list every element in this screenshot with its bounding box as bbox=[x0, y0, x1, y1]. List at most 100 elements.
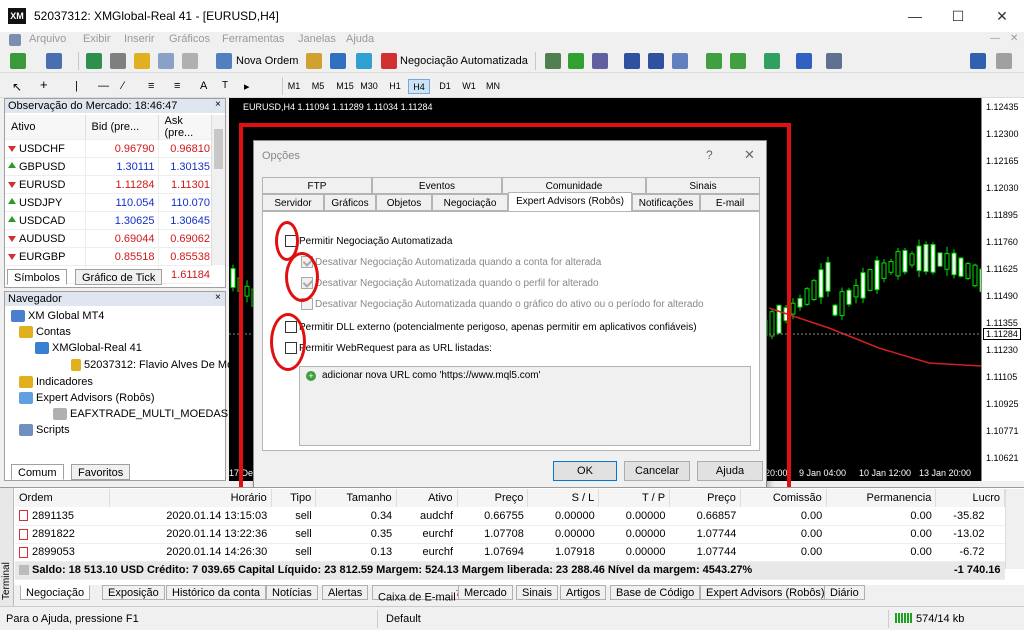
terminal-tab-0[interactable]: Negociação bbox=[20, 585, 91, 600]
tf-w1[interactable]: W1 bbox=[458, 79, 480, 94]
col-header-ask[interactable]: Ask (pre... bbox=[157, 115, 213, 140]
new-order-button[interactable]: Nova Ordem bbox=[236, 55, 298, 67]
new-order-icon[interactable] bbox=[216, 53, 232, 69]
terminal-tab-5[interactable]: Caixa de E-mail7 bbox=[372, 585, 467, 604]
zoom-in-icon[interactable] bbox=[624, 53, 640, 69]
col-header[interactable]: Permanencia bbox=[826, 489, 937, 507]
label-tool-icon[interactable]: T bbox=[222, 80, 228, 91]
mdi-close-icon[interactable]: ✕ bbox=[1010, 33, 1018, 44]
candlesticks-icon[interactable] bbox=[568, 53, 584, 69]
terminal-tab-3[interactable]: Notícias bbox=[266, 585, 318, 600]
nav-contas[interactable]: Contas bbox=[19, 326, 71, 339]
tf-m5[interactable]: M5 bbox=[307, 79, 329, 94]
vertical-line-icon[interactable]: | bbox=[75, 80, 78, 92]
terminal-tab-10[interactable]: Expert Advisors (Robôs) bbox=[700, 585, 831, 600]
col-header[interactable]: Comissão bbox=[740, 489, 827, 507]
signals-icon[interactable] bbox=[356, 53, 372, 69]
terminal-tab-4[interactable]: Alertas bbox=[322, 585, 369, 600]
market-row[interactable]: EURGBP 0.85518 0.85538 bbox=[5, 247, 213, 266]
tf-m15[interactable]: M15 bbox=[334, 79, 356, 94]
close-panel-icon[interactable]: × bbox=[215, 99, 221, 110]
terminal-tab-11[interactable]: Diário bbox=[824, 585, 865, 600]
trendline-icon[interactable]: ∕ bbox=[122, 80, 124, 92]
col-header[interactable]: T / P bbox=[598, 489, 671, 507]
tab-grafico-de-tick[interactable]: Gráfico de Tick bbox=[75, 269, 163, 285]
scrollbar[interactable] bbox=[211, 115, 225, 265]
auto-trading-button[interactable]: Negociação Automatizada bbox=[400, 55, 528, 67]
nav-server[interactable]: XMGlobal-Real 41 bbox=[35, 342, 142, 355]
tab-simbolos[interactable]: Símbolos bbox=[7, 269, 67, 285]
menu-janelas[interactable]: Janelas bbox=[298, 33, 336, 45]
periods-icon[interactable] bbox=[796, 53, 812, 69]
market-watch-icon[interactable] bbox=[86, 53, 102, 69]
terminal-tab-6[interactable]: Mercado bbox=[458, 585, 513, 600]
bar-chart-icon[interactable] bbox=[545, 53, 561, 69]
zoom-out-icon[interactable] bbox=[648, 53, 664, 69]
nav-expert-advisors[interactable]: Expert Advisors (Robôs) bbox=[19, 392, 155, 405]
menu-graficos[interactable]: Gráficos bbox=[169, 33, 210, 45]
arrows-icon[interactable]: ▸ bbox=[244, 80, 250, 93]
options-icon[interactable] bbox=[330, 53, 346, 69]
market-row[interactable]: USDJPY 110.054 110.070 bbox=[5, 193, 213, 212]
menu-arquivo[interactable]: Arquivo bbox=[29, 33, 66, 45]
market-row[interactable]: EURUSD 1.11284 1.11301 bbox=[5, 175, 213, 194]
col-header[interactable]: Preço bbox=[457, 489, 529, 507]
terminal-tab-1[interactable]: Exposição bbox=[102, 585, 165, 600]
tf-d1[interactable]: D1 bbox=[434, 79, 456, 94]
nav-root[interactable]: XM Global MT4 bbox=[11, 310, 104, 323]
tester-icon[interactable] bbox=[182, 53, 198, 69]
mdi-minimize-icon[interactable]: — bbox=[990, 33, 1000, 44]
tf-h4[interactable]: H4 bbox=[408, 79, 430, 94]
market-row[interactable]: GBPUSD 1.30111 1.30135 bbox=[5, 157, 213, 176]
maximize-button[interactable]: ☐ bbox=[948, 6, 968, 26]
nav-ea-item[interactable]: EAFXTRADE_MULTI_MOEDAS bbox=[53, 408, 228, 421]
autoscroll-icon[interactable] bbox=[706, 53, 722, 69]
tab-comum[interactable]: Comum bbox=[11, 464, 64, 480]
indicators-icon[interactable] bbox=[764, 53, 780, 69]
tf-h1[interactable]: H1 bbox=[384, 79, 406, 94]
market-row[interactable]: USDCHF 0.96790 0.96810 bbox=[5, 139, 213, 158]
line-chart-icon[interactable] bbox=[592, 53, 608, 69]
col-header-bid[interactable]: Bid (pre... bbox=[84, 115, 158, 140]
market-row[interactable]: USDCAD 1.30625 1.30645 bbox=[5, 211, 213, 230]
terminal-tab-8[interactable]: Artigos bbox=[560, 585, 607, 600]
terminal-tab-7[interactable]: Sinais bbox=[516, 585, 558, 600]
terminal-icon[interactable] bbox=[158, 53, 174, 69]
search-icon[interactable] bbox=[970, 53, 986, 69]
new-chart-icon[interactable] bbox=[10, 53, 26, 69]
order-row[interactable]: 2899053 2020.01.14 14:26:30 sell 0.13 eurchf… bbox=[15, 543, 1005, 562]
channel-icon[interactable]: ≡ bbox=[148, 80, 154, 92]
order-row[interactable]: 2891822 2020.01.14 13:22:36 sell 0.35 eurchf… bbox=[15, 525, 1005, 544]
metaeditor-icon[interactable] bbox=[306, 53, 322, 69]
cursor-icon[interactable]: ↖ bbox=[12, 80, 22, 94]
crosshair-icon[interactable]: + bbox=[40, 77, 48, 92]
nav-scripts[interactable]: Scripts bbox=[19, 424, 70, 437]
col-header-ativo[interactable]: Ativo bbox=[5, 115, 85, 140]
col-header[interactable]: Ativo bbox=[396, 489, 458, 507]
tab-favoritos[interactable]: Favoritos bbox=[71, 464, 131, 480]
horizontal-line-icon[interactable]: — bbox=[98, 80, 109, 92]
profiles-icon[interactable] bbox=[46, 53, 62, 69]
col-header[interactable]: S / L bbox=[527, 489, 600, 507]
navigator-icon[interactable] bbox=[134, 53, 150, 69]
market-row[interactable]: AUDUSD 0.69044 0.69062 bbox=[5, 229, 213, 248]
tile-windows-icon[interactable] bbox=[672, 53, 688, 69]
tf-m1[interactable]: M1 bbox=[283, 79, 305, 94]
nav-account[interactable]: 52037312: Flavio Alves De Mo bbox=[71, 359, 233, 372]
menu-inserir[interactable]: Inserir bbox=[124, 33, 155, 45]
fibo-icon[interactable]: ≡ bbox=[174, 80, 180, 92]
tf-mn[interactable]: MN bbox=[482, 79, 504, 94]
terminal-scrollbar[interactable] bbox=[1005, 489, 1024, 569]
tf-m30[interactable]: M30 bbox=[358, 79, 380, 94]
order-row[interactable]: 2891135 2020.01.14 13:15:03 sell 0.34 audchf… bbox=[15, 507, 1005, 526]
chat-icon[interactable] bbox=[996, 53, 1012, 69]
auto-trading-icon[interactable] bbox=[381, 53, 397, 69]
col-header[interactable]: Ordem bbox=[15, 489, 111, 507]
col-header[interactable]: Lucro bbox=[935, 489, 1005, 507]
nav-indicadores[interactable]: Indicadores bbox=[19, 376, 93, 389]
col-header[interactable]: Horário bbox=[109, 489, 272, 507]
col-header[interactable]: Tamanho bbox=[315, 489, 397, 507]
close-button[interactable]: ✕ bbox=[992, 6, 1012, 26]
close-panel-icon[interactable]: × bbox=[215, 292, 221, 303]
child-window-icon[interactable] bbox=[9, 34, 21, 46]
